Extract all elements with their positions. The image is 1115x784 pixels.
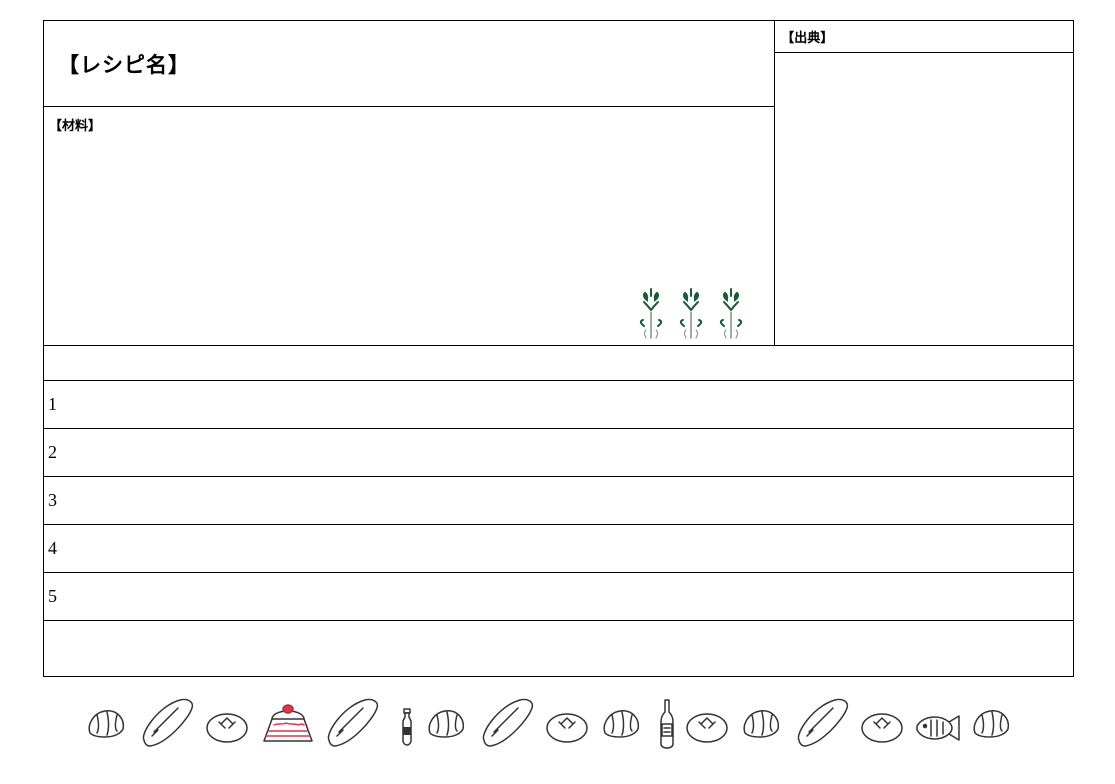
bun-icon bbox=[547, 714, 587, 742]
croissant-icon bbox=[744, 711, 778, 737]
left-column: 【レシピ名】 【材料】 bbox=[44, 21, 775, 345]
baguette-icon bbox=[798, 699, 847, 746]
food-border-decoration bbox=[85, 690, 1035, 755]
bun-icon bbox=[862, 714, 902, 742]
source-body bbox=[775, 53, 1073, 345]
step-row: 1 bbox=[44, 381, 1073, 429]
step-row: 3 bbox=[44, 477, 1073, 525]
croissant-icon bbox=[89, 711, 123, 737]
croissant-icon bbox=[604, 711, 638, 737]
baguette-icon bbox=[143, 699, 192, 746]
source-label: 【出典】 bbox=[781, 30, 833, 45]
sprouts-icon bbox=[631, 288, 756, 343]
bun-icon bbox=[207, 714, 247, 742]
steps-footer-gap bbox=[44, 621, 1073, 676]
recipe-name-label: 【レシピ名】 bbox=[58, 49, 190, 79]
food-icons-row bbox=[85, 690, 1035, 755]
bottle-icon bbox=[403, 709, 411, 745]
cake-icon bbox=[264, 705, 312, 741]
ingredients-label: 【材料】 bbox=[49, 118, 101, 133]
source-header: 【出典】 bbox=[775, 21, 1073, 53]
croissant-icon bbox=[974, 711, 1008, 737]
step-number: 4 bbox=[48, 538, 57, 559]
fish-icon bbox=[917, 716, 959, 740]
step-number: 3 bbox=[48, 490, 57, 511]
croissant-icon bbox=[429, 711, 463, 737]
steps-header-gap bbox=[44, 346, 1073, 381]
step-row: 4 bbox=[44, 525, 1073, 573]
steps-section: 1 2 3 4 5 bbox=[44, 346, 1073, 676]
ingredients-row: 【材料】 bbox=[44, 107, 774, 345]
plant-decoration bbox=[631, 288, 756, 343]
step-number: 1 bbox=[48, 394, 57, 415]
step-row: 2 bbox=[44, 429, 1073, 477]
step-number: 5 bbox=[48, 586, 57, 607]
recipe-card: 【レシピ名】 【材料】 bbox=[43, 20, 1074, 677]
step-row: 5 bbox=[44, 573, 1073, 621]
baguette-icon bbox=[328, 699, 377, 746]
step-number: 2 bbox=[48, 442, 57, 463]
bun-icon bbox=[687, 714, 727, 742]
recipe-name-row: 【レシピ名】 bbox=[44, 21, 774, 107]
baguette-icon bbox=[483, 699, 532, 746]
top-section: 【レシピ名】 【材料】 bbox=[44, 21, 1073, 346]
right-column: 【出典】 bbox=[775, 21, 1073, 345]
wine-bottle-icon bbox=[661, 700, 673, 748]
